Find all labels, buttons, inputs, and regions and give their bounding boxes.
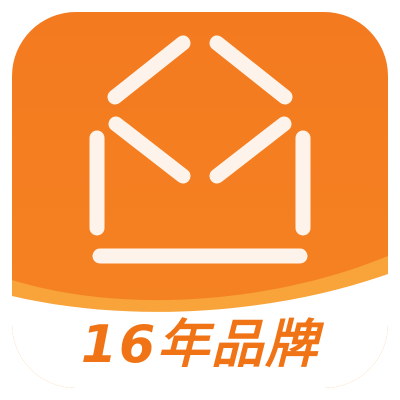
app-icon-canvas: 16年品牌 [0,0,400,400]
brand-slogan: 16年品牌 [80,315,320,375]
